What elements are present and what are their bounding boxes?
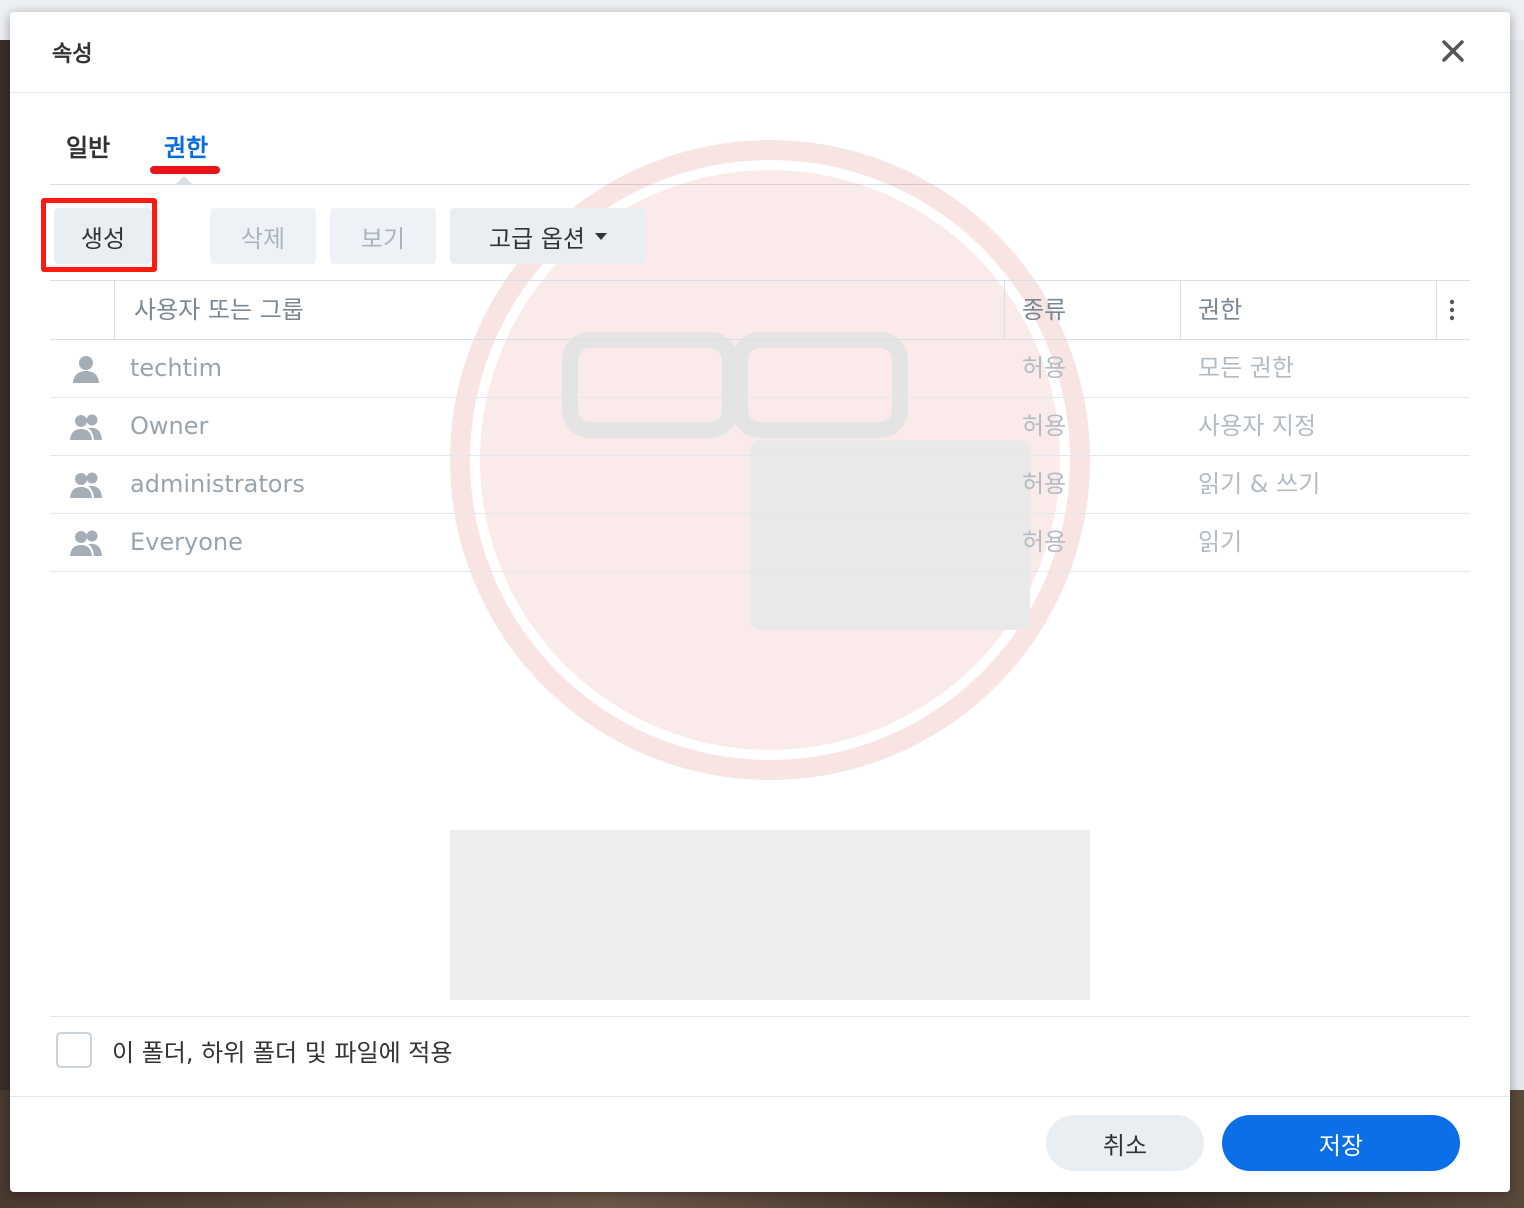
view-button-label: 보기 [360, 224, 406, 253]
table-row[interactable]: administrators 허용 읽기 & 쓰기 [50, 456, 1470, 514]
row-name: Everyone [130, 528, 243, 556]
permission-table: 사용자 또는 그룹 종류 권한 techtim 허용 모든 권한 Owner 허… [50, 280, 1470, 572]
dialog-title: 속성 [52, 42, 93, 67]
tab-permissions[interactable]: 권한 [164, 128, 208, 163]
tab-active-underline [150, 166, 220, 174]
dialog-footer: 취소 저장 [10, 1096, 1510, 1192]
apply-recursive: 이 폴더, 하위 폴더 및 파일에 적용 [56, 1032, 452, 1068]
table-row[interactable]: Everyone 허용 읽기 [50, 514, 1470, 572]
cancel-button[interactable]: 취소 [1046, 1115, 1204, 1171]
column-menu-icon[interactable] [1440, 295, 1464, 325]
tab-bar: 일반 권한 [50, 112, 1470, 185]
divider [50, 1016, 1470, 1017]
save-button[interactable]: 저장 [1222, 1115, 1460, 1171]
delete-button[interactable]: 삭제 [210, 208, 316, 264]
apply-checkbox[interactable] [56, 1032, 92, 1068]
row-type: 허용 [1022, 412, 1067, 440]
column-separator [1004, 281, 1005, 339]
properties-dialog: 속성 일반 권한 생성 삭제 보기 고급 옵션 사용자 또는 그룹 종류 권한 … [10, 12, 1510, 1192]
column-header-user[interactable]: 사용자 또는 그룹 [134, 281, 304, 339]
user-icon [73, 356, 99, 383]
row-name: administrators [130, 470, 305, 498]
tab-caret [176, 176, 192, 184]
row-permission: 읽기 & 쓰기 [1198, 470, 1321, 498]
tab-general[interactable]: 일반 [66, 128, 110, 163]
advanced-options-label: 고급 옵션 [489, 224, 585, 253]
row-name: techtim [130, 354, 223, 382]
row-type: 허용 [1022, 470, 1067, 498]
column-header-permission[interactable]: 권한 [1198, 281, 1242, 339]
group-icon [70, 530, 102, 556]
row-permission: 읽기 [1198, 528, 1243, 556]
row-type: 허용 [1022, 528, 1067, 556]
advanced-options-button[interactable]: 고급 옵션 [450, 208, 646, 264]
dialog-titlebar: 속성 [10, 12, 1510, 93]
highlight-annotation [41, 198, 157, 272]
apply-checkbox-label[interactable]: 이 폴더, 하위 폴더 및 파일에 적용 [112, 1033, 452, 1068]
view-button[interactable]: 보기 [330, 208, 436, 264]
cancel-button-label: 취소 [1102, 1131, 1148, 1160]
row-permission: 모든 권한 [1198, 354, 1294, 382]
table-row[interactable]: Owner 허용 사용자 지정 [50, 398, 1470, 456]
row-name: Owner [130, 412, 209, 440]
group-icon [70, 472, 102, 498]
column-header-type[interactable]: 종류 [1022, 281, 1066, 339]
column-separator [1180, 281, 1181, 339]
row-type: 허용 [1022, 354, 1067, 382]
caret-down-icon [594, 232, 607, 240]
row-permission: 사용자 지정 [1198, 412, 1317, 440]
close-icon [1442, 40, 1464, 62]
delete-button-label: 삭제 [240, 224, 286, 253]
save-button-label: 저장 [1318, 1131, 1364, 1160]
close-button[interactable] [1436, 34, 1470, 68]
column-separator [114, 281, 115, 339]
column-separator [1436, 281, 1437, 339]
table-row[interactable]: techtim 허용 모든 권한 [50, 340, 1470, 398]
group-icon [70, 414, 102, 440]
table-header: 사용자 또는 그룹 종류 권한 [50, 280, 1470, 340]
